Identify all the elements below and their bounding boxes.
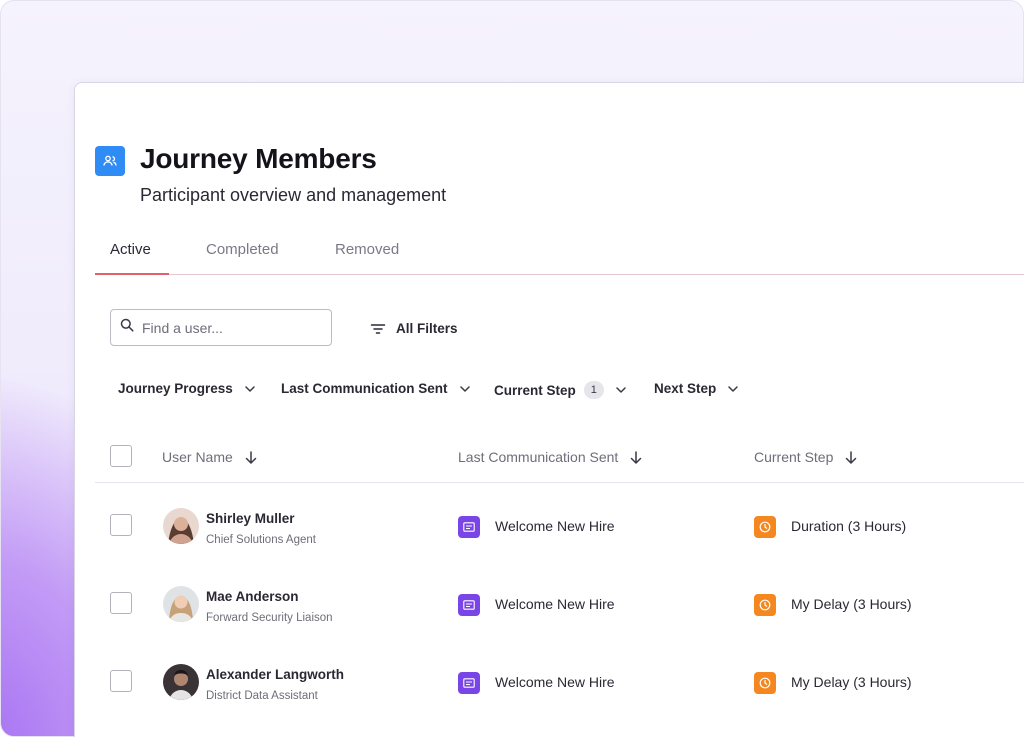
- user-name: Alexander Langworth: [206, 667, 345, 682]
- page-subtitle: Participant overview and management: [140, 185, 447, 205]
- table-header-divider: [95, 482, 1024, 483]
- users-icon: [95, 146, 125, 176]
- row-checkbox[interactable]: [110, 670, 132, 692]
- active-tab-indicator: [95, 273, 169, 275]
- current-step: My Delay (3 Hours): [791, 596, 912, 612]
- filter-label: Last Communication Sent: [281, 381, 448, 396]
- search-icon: [120, 318, 134, 337]
- current-step: My Delay (3 Hours): [791, 674, 912, 690]
- tab-bar: Active Completed Removed: [95, 233, 1024, 275]
- user-name: Mae Anderson: [206, 589, 299, 604]
- chevron-down-icon: [616, 387, 626, 393]
- page-title: Journey Members: [140, 143, 377, 174]
- filter-last-communication[interactable]: Last Communication Sent: [281, 381, 470, 396]
- avatar: [163, 664, 199, 700]
- select-all-checkbox[interactable]: [110, 445, 132, 467]
- all-filters-button[interactable]: All Filters: [370, 321, 458, 336]
- column-header-label: Last Communication Sent: [458, 449, 619, 465]
- tab-active[interactable]: Active: [110, 241, 151, 258]
- current-step: Duration (3 Hours): [791, 518, 907, 534]
- filter-count-badge: 1: [583, 381, 604, 399]
- filter-label: Current Step: [494, 382, 576, 398]
- clock-icon: [754, 672, 776, 694]
- column-header-last-communication[interactable]: Last Communication Sent: [458, 449, 642, 465]
- column-header-label: Current Step: [754, 449, 834, 465]
- filter-current-step[interactable]: Current Step 1: [494, 381, 626, 399]
- journey-members-panel: Journey Members Participant overview and…: [74, 82, 1024, 737]
- table-row[interactable]: Shirley Muller Chief Solutions Agent Wel…: [75, 484, 1024, 562]
- user-name: Shirley Muller: [206, 511, 295, 526]
- filter-journey-progress[interactable]: Journey Progress: [118, 381, 255, 396]
- chevron-down-icon: [728, 385, 739, 392]
- table-row[interactable]: Mae Anderson Forward Security Liaison We…: [75, 562, 1024, 640]
- chevron-down-icon: [459, 385, 470, 392]
- last-communication: Welcome New Hire: [495, 674, 615, 690]
- tab-removed[interactable]: Removed: [335, 241, 399, 258]
- arrow-down-icon: [233, 450, 257, 464]
- last-communication: Welcome New Hire: [495, 596, 615, 612]
- search-input[interactable]: [142, 319, 312, 336]
- table-row[interactable]: Alexander Langworth District Data Assist…: [75, 640, 1024, 718]
- filter-lines-icon: [370, 323, 396, 335]
- column-header-user-name[interactable]: User Name: [162, 449, 257, 465]
- clock-icon: [754, 594, 776, 616]
- message-icon: [458, 516, 480, 538]
- last-communication: Welcome New Hire: [495, 518, 615, 534]
- arrow-down-icon: [833, 450, 857, 464]
- column-header-label: User Name: [162, 449, 233, 465]
- tab-completed[interactable]: Completed: [206, 241, 279, 258]
- user-role: Forward Security Liaison: [206, 612, 333, 624]
- search-field[interactable]: [110, 309, 332, 346]
- user-role: Chief Solutions Agent: [206, 534, 316, 546]
- chevron-down-icon: [245, 385, 255, 392]
- column-header-current-step[interactable]: Current Step: [754, 449, 857, 465]
- filter-next-step[interactable]: Next Step: [654, 381, 739, 396]
- row-checkbox[interactable]: [110, 514, 132, 536]
- clock-icon: [754, 516, 776, 538]
- avatar: [163, 508, 199, 544]
- row-checkbox[interactable]: [110, 592, 132, 614]
- message-icon: [458, 672, 480, 694]
- filter-label: Journey Progress: [118, 381, 233, 396]
- all-filters-label: All Filters: [396, 321, 458, 336]
- user-role: District Data Assistant: [206, 690, 318, 702]
- avatar: [163, 586, 199, 622]
- arrow-down-icon: [618, 450, 642, 464]
- filter-label: Next Step: [654, 381, 717, 396]
- message-icon: [458, 594, 480, 616]
